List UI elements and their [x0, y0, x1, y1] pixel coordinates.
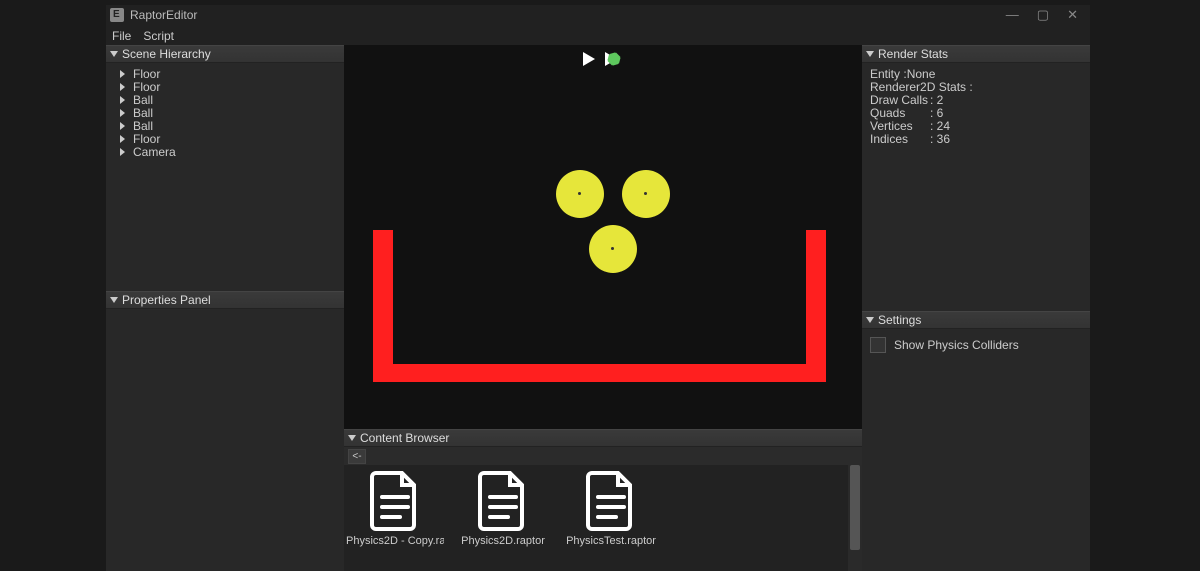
scene-hierarchy-title: Scene Hierarchy — [122, 47, 211, 61]
app-title: RaptorEditor — [130, 8, 197, 22]
hierarchy-item-label: Ball — [133, 106, 153, 120]
render-stats-header[interactable]: Render Stats — [862, 45, 1090, 63]
menubar: File Script — [106, 27, 1090, 45]
hierarchy-item[interactable]: Floor — [114, 132, 336, 145]
render-stats-title: Render Stats — [878, 47, 948, 61]
stat-row: Quads: 6 — [870, 106, 1082, 119]
collapse-icon — [110, 51, 118, 57]
play-button[interactable] — [581, 50, 597, 68]
hierarchy-item-label: Ball — [133, 93, 153, 107]
collapse-icon — [348, 435, 356, 441]
expand-icon — [120, 135, 125, 143]
content-browser-header[interactable]: Content Browser — [344, 429, 862, 447]
close-button[interactable]: ✕ — [1067, 7, 1078, 23]
properties-body — [106, 309, 344, 571]
collapse-icon — [866, 317, 874, 323]
scene-hierarchy-header[interactable]: Scene Hierarchy — [106, 45, 344, 63]
stat-row: Draw Calls: 2 — [870, 93, 1082, 106]
step-button[interactable] — [603, 50, 625, 68]
file-item[interactable]: PhysicsTest.raptor — [562, 469, 660, 571]
show-colliders-label: Show Physics Colliders — [894, 338, 1019, 352]
scene-floor — [806, 230, 826, 382]
scene-ball — [622, 170, 670, 218]
collapse-icon — [110, 297, 118, 303]
content-scrollbar[interactable] — [848, 465, 862, 571]
hierarchy-item[interactable]: Camera — [114, 145, 336, 158]
expand-icon — [120, 109, 125, 117]
collapse-icon — [866, 51, 874, 57]
stat-entity: Entity : None — [870, 67, 1082, 80]
scene-floor — [373, 364, 826, 382]
hierarchy-item[interactable]: Ball — [114, 93, 336, 106]
expand-icon — [120, 122, 125, 130]
checkbox-icon — [870, 337, 886, 353]
scene-floor — [373, 230, 393, 382]
expand-icon — [120, 148, 125, 156]
show-colliders-checkbox[interactable]: Show Physics Colliders — [870, 337, 1082, 353]
scene-ball — [556, 170, 604, 218]
stat-row: Indices: 36 — [870, 132, 1082, 145]
file-label: PhysicsTest.raptor — [566, 535, 656, 547]
file-item[interactable]: Physics2D.raptor — [454, 469, 552, 571]
maximize-button[interactable]: ▢ — [1037, 7, 1049, 23]
expand-icon — [120, 70, 125, 78]
titlebar: RaptorEditor — ▢ ✕ — [106, 5, 1090, 25]
hierarchy-item[interactable]: Floor — [114, 67, 336, 80]
hierarchy-item-label: Ball — [133, 119, 153, 133]
properties-header[interactable]: Properties Panel — [106, 291, 344, 309]
minimize-button[interactable]: — — [1006, 7, 1019, 23]
stat-row: Vertices: 24 — [870, 119, 1082, 132]
app-logo-icon — [110, 8, 124, 22]
file-document-icon — [584, 469, 638, 531]
hierarchy-item-label: Floor — [133, 132, 160, 146]
menu-file[interactable]: File — [112, 29, 131, 43]
hierarchy-item[interactable]: Ball — [114, 119, 336, 132]
file-label: Physics2D.raptor — [461, 535, 545, 547]
settings-title: Settings — [878, 313, 921, 327]
menu-script[interactable]: Script — [143, 29, 174, 43]
properties-title: Properties Panel — [122, 293, 211, 307]
hierarchy-item-label: Camera — [133, 145, 176, 159]
hierarchy-item-label: Floor — [133, 67, 160, 81]
file-label: Physics2D - Copy.raptor — [346, 535, 444, 547]
stat-renderer-label: Renderer2D Stats : — [870, 80, 1082, 93]
settings-header[interactable]: Settings — [862, 311, 1090, 329]
content-browser-title: Content Browser — [360, 431, 449, 445]
viewport[interactable] — [344, 45, 862, 429]
file-document-icon — [476, 469, 530, 531]
hierarchy-item[interactable]: Floor — [114, 80, 336, 93]
expand-icon — [120, 83, 125, 91]
hierarchy-item-label: Floor — [133, 80, 160, 94]
scene-ball — [589, 225, 637, 273]
back-button[interactable]: <- — [348, 449, 366, 464]
hierarchy-item[interactable]: Ball — [114, 106, 336, 119]
file-document-icon — [368, 469, 422, 531]
expand-icon — [120, 96, 125, 104]
file-item[interactable]: Physics2D - Copy.raptor — [346, 469, 444, 571]
